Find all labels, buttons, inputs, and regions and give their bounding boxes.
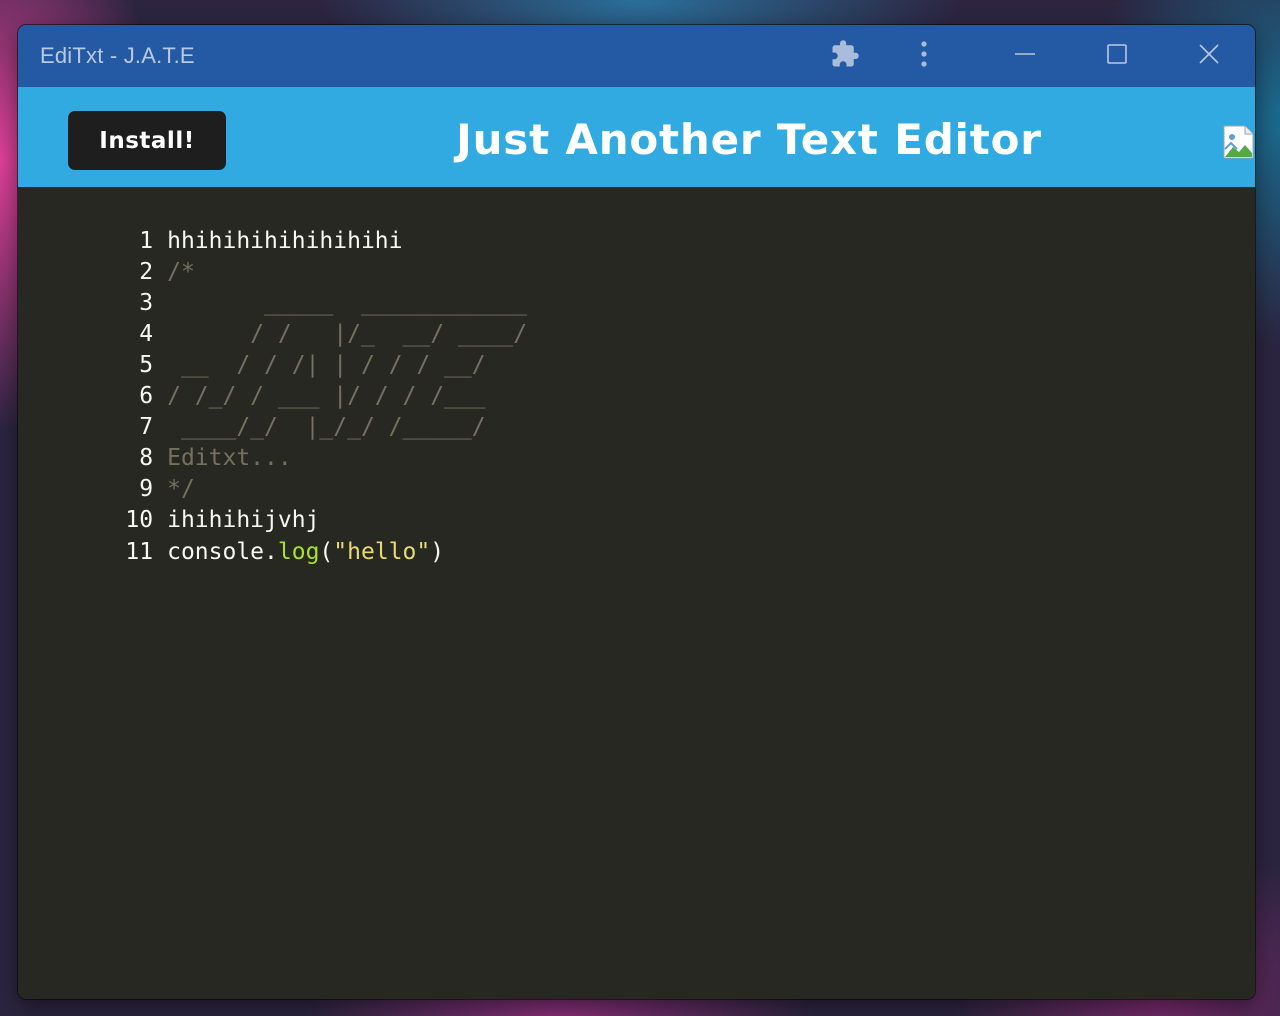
line-number: 11 (125, 539, 154, 565)
install-button[interactable]: Install! (68, 111, 226, 170)
editor-line: 9 */ (18, 443, 195, 502)
editor-line: 10 ihihihijvhj (18, 474, 319, 533)
line-text[interactable]: hhihihihihihihihi (167, 228, 402, 254)
code-method[interactable]: log (278, 539, 320, 565)
title-bar[interactable]: EdiTxt - J.A.T.E (18, 25, 1255, 87)
editor-line: 2/* (18, 226, 195, 285)
close-icon (1198, 43, 1220, 69)
editor-line: 7 ____/_/ |_/_/ /_____/ (18, 381, 485, 440)
editor-line: 11 console.log("hello") (18, 506, 444, 565)
code-object[interactable]: console. (167, 539, 278, 565)
code-editor[interactable]: 1 hhihihihihihihihi 2/* 3 _____ _________… (18, 187, 1255, 999)
code-paren-close[interactable]: ) (430, 539, 444, 565)
more-vertical-icon (919, 39, 929, 73)
editor-line: 6/ /_/ / ___ |/ / / /___ (18, 350, 485, 409)
page-title: Just Another Text Editor (456, 115, 1042, 164)
app-window: EdiTxt - J.A.T.E Install! Just Another T… (18, 25, 1255, 999)
editor-line: 8 Editxt... (18, 412, 291, 471)
editor-line: 4 / / |/_ __/ ____/ (18, 288, 527, 347)
maximize-icon (1106, 43, 1128, 69)
editor-line: 5 __ / / /| | / / / __/ (18, 319, 485, 378)
minimize-icon (1014, 43, 1036, 69)
code-string[interactable]: "hello" (333, 539, 430, 565)
window-title: EdiTxt - J.A.T.E (40, 43, 195, 68)
editor-line: 3 _____ ____________ (18, 257, 527, 316)
more-options-button[interactable] (903, 25, 945, 87)
extensions-button[interactable] (824, 25, 866, 87)
code-paren-open[interactable]: ( (319, 539, 333, 565)
minimize-button[interactable] (1002, 25, 1048, 87)
broken-image-icon (1223, 125, 1255, 159)
maximize-button[interactable] (1094, 25, 1140, 87)
close-button[interactable] (1186, 25, 1232, 87)
app-header: Install! Just Another Text Editor (18, 87, 1255, 187)
puzzle-icon (830, 39, 860, 73)
editor-line: 1 hhihihihihihihihi (18, 195, 402, 254)
